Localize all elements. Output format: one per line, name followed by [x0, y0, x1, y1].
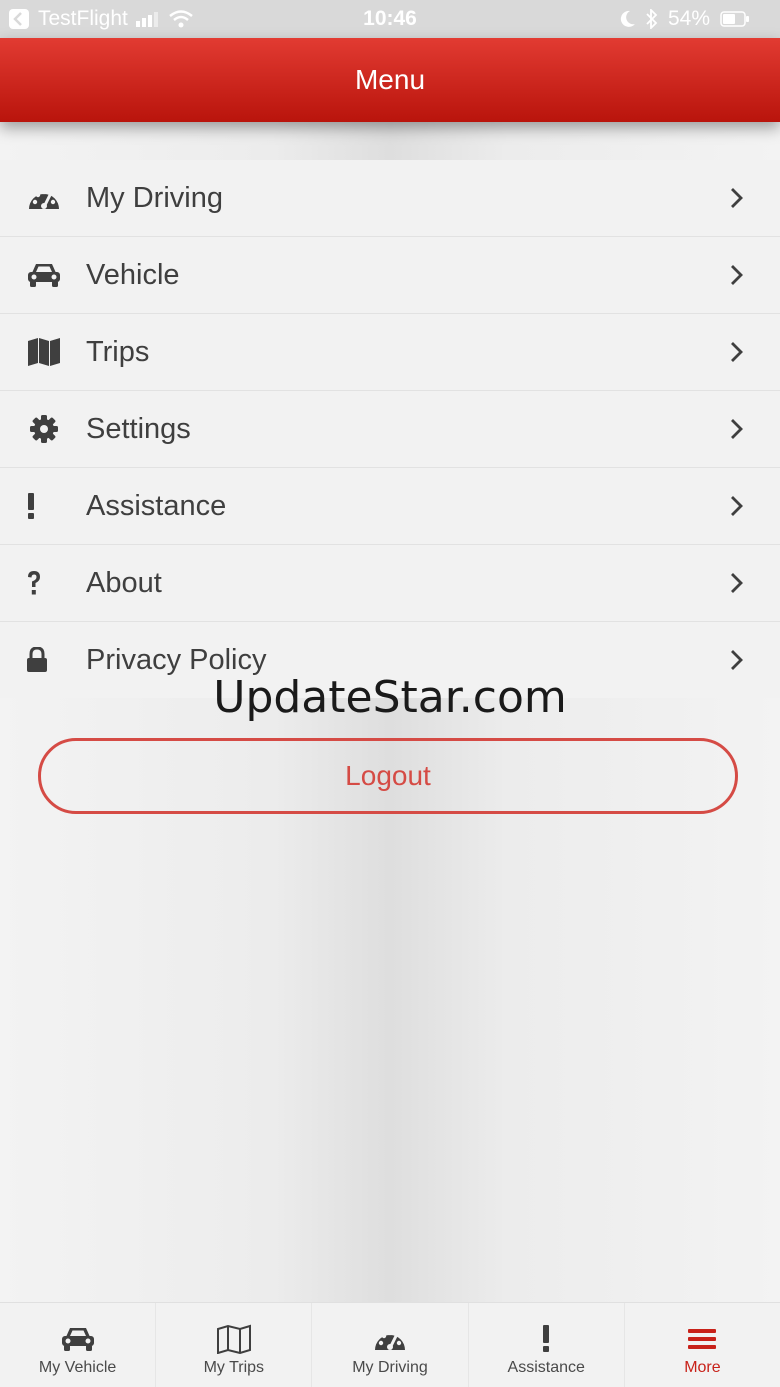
- watermark: UpdateStar.com: [213, 672, 567, 723]
- speedometer-icon: [26, 180, 62, 216]
- map-icon: [26, 334, 62, 370]
- menu-item-my-driving[interactable]: My Driving: [0, 160, 780, 237]
- tab-more[interactable]: More: [625, 1303, 780, 1387]
- chevron-right-icon: [731, 496, 743, 516]
- page-title: Menu: [354, 64, 426, 95]
- moon-icon: [620, 10, 635, 27]
- exclamation-icon: [541, 1321, 551, 1357]
- car-icon: [26, 257, 62, 293]
- menu-item-label: Vehicle: [86, 258, 180, 291]
- bluetooth-icon: [646, 9, 658, 29]
- battery-icon: [720, 11, 749, 27]
- menu-item-trips[interactable]: Trips: [0, 314, 780, 391]
- tab-label: Assistance: [507, 1359, 585, 1376]
- chevron-right-icon: [731, 342, 743, 362]
- speedometer-icon: [373, 1321, 407, 1357]
- tab-my-trips[interactable]: My Trips: [156, 1303, 313, 1387]
- chevron-right-icon: [731, 650, 743, 670]
- chevron-right-icon: [731, 188, 743, 208]
- tab-label: My Vehicle: [38, 1359, 117, 1376]
- car-icon: [60, 1321, 96, 1357]
- chevron-right-icon: [731, 419, 743, 439]
- tab-label: My Driving: [352, 1359, 428, 1376]
- status-right: 54%: [620, 7, 750, 31]
- status-bar: TestFlight 10:46 54%: [0, 0, 780, 40]
- tab-label: More: [684, 1359, 721, 1376]
- tab-my-vehicle[interactable]: My Vehicle: [0, 1303, 157, 1387]
- exclamation-icon: [26, 488, 62, 524]
- tab-label: My Trips: [203, 1359, 265, 1376]
- menu-item-vehicle[interactable]: Vehicle: [0, 237, 780, 314]
- menu-item-label: Trips: [86, 335, 150, 368]
- menu-item-about[interactable]: About: [0, 545, 780, 622]
- tab-assistance[interactable]: Assistance: [469, 1303, 625, 1387]
- tab-my-driving[interactable]: My Driving: [312, 1303, 469, 1387]
- gear-icon: [26, 411, 62, 447]
- hamburger-icon: [688, 1321, 717, 1357]
- menu-item-label: About: [86, 566, 162, 599]
- menu-list: My Driving Vehicle Trips Settings Assist…: [0, 160, 780, 698]
- chevron-right-icon: [731, 573, 743, 593]
- menu-item-label: My Driving: [86, 181, 223, 214]
- menu-item-assistance[interactable]: Assistance: [0, 468, 780, 545]
- battery-percent: 54%: [667, 7, 710, 30]
- menu-item-label: Settings: [86, 412, 191, 445]
- map-icon: [216, 1321, 252, 1357]
- bottom-tab-bar: My Vehicle My Trips My Driving Assistanc…: [0, 1302, 780, 1387]
- menu-item-settings[interactable]: Settings: [0, 391, 780, 468]
- menu-item-label: Assistance: [86, 489, 227, 522]
- page-header: Menu: [0, 38, 780, 122]
- chevron-right-icon: [731, 265, 743, 285]
- logout-button[interactable]: Logout: [38, 738, 738, 814]
- question-icon: [26, 565, 62, 601]
